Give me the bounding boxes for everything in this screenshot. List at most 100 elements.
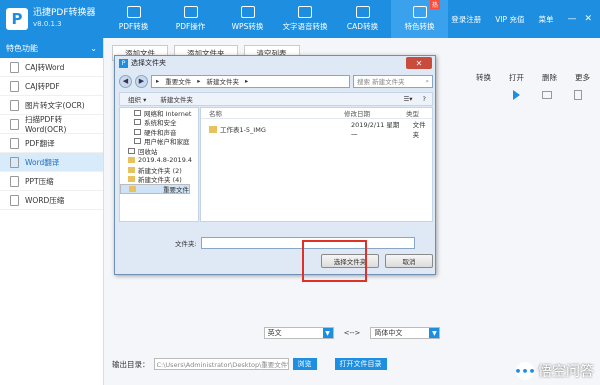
trash-icon[interactable] (574, 90, 582, 100)
file-row[interactable]: 工作表1-5_IMG 2019/2/11 星期一 文件夹 (201, 121, 432, 139)
sidebar-item-word-translate[interactable]: Word翻译 (0, 153, 103, 172)
search-input[interactable]: 搜索 新建文件夹 ⌕ (353, 74, 433, 88)
vip-link[interactable]: VIP 充值 (495, 14, 524, 25)
app-icon: P (119, 58, 128, 68)
folder-icon (129, 185, 136, 192)
col-more: 更多 (575, 73, 590, 82)
folder-icon[interactable] (542, 91, 552, 99)
tab-label: CAD转换 (346, 22, 379, 31)
file-type: 文件夹 (412, 121, 426, 139)
search-placeholder: 搜索 新建文件夹 (357, 78, 405, 86)
tree-item[interactable]: 系统和安全 (120, 118, 198, 128)
source-language-select[interactable]: 英文 ▼ (263, 327, 334, 339)
control-panel-icon (134, 109, 141, 116)
address-bar[interactable]: ▸ 重要文件 ▸ 新建文件夹 ▸ (151, 74, 350, 88)
file-icon (10, 118, 19, 130)
col-delete: 删除 (542, 73, 557, 82)
watermark-text: 悟空问答 (538, 364, 594, 380)
output-path-field[interactable]: C:\Users\Administrator\Desktop\重要文件\ (153, 358, 289, 370)
help-icon[interactable]: ? (423, 95, 426, 103)
sidebar-item-pdf-translate[interactable]: PDF翻译 (0, 134, 103, 153)
tree-label: 网络和 Internet (144, 109, 192, 118)
target-language-select[interactable]: 简体中文 ▼ (370, 327, 441, 339)
tree-item-selected[interactable]: 重要文件 (120, 184, 190, 194)
folder-icon (209, 125, 217, 133)
sidebar-item-caj-word[interactable]: CAJ转Word (0, 58, 103, 77)
control-panel-icon (134, 138, 141, 145)
highlight-box (302, 240, 367, 282)
menu-link[interactable]: 菜单 (538, 14, 553, 25)
sidebar-item-ppt-compress[interactable]: PPT压缩 (0, 172, 103, 191)
chevron-down-icon: ⌄ (90, 43, 97, 53)
login-link[interactable]: 登录注册 (451, 14, 481, 25)
tab-pdf-convert[interactable]: PDF转换 (105, 0, 162, 38)
close-icon[interactable]: ✕ (584, 14, 592, 24)
tab-wps-convert[interactable]: WPS转换 (219, 0, 276, 38)
tab-special-convert[interactable]: 特色转换 热 (391, 0, 448, 38)
tree-item[interactable]: 网络和 Internet (120, 108, 198, 118)
pdf-convert-icon (126, 6, 141, 18)
forward-icon[interactable]: ▶ (135, 74, 148, 88)
sidebar-header[interactable]: 特色功能 ⌄ (0, 38, 103, 58)
tab-pdf-operate[interactable]: PDF操作 (162, 0, 219, 38)
tree-item[interactable]: 新建文件夹 (4) (120, 175, 198, 185)
breadcrumb-item[interactable]: 新建文件夹 (207, 76, 240, 86)
tab-label: 文字语音转换 (282, 22, 328, 31)
sidebar-item-label: WORD压缩 (25, 195, 65, 205)
app-version: v8.0.1.3 (33, 20, 62, 28)
tab-text-speech[interactable]: 文字语音转换 (276, 0, 334, 38)
file-name: 工作表1-5_IMG (219, 126, 266, 134)
cancel-button[interactable]: 取消 (385, 254, 433, 268)
swap-arrows: <--> (343, 329, 361, 337)
recycle-bin-icon (128, 147, 135, 154)
tree-item[interactable]: 2019.4.8-2019.4 (120, 156, 198, 166)
tree-label: 系统和安全 (144, 119, 177, 128)
sidebar-item-label: PPT压缩 (25, 176, 54, 186)
sidebar-item-label: CAJ转PDF (25, 81, 60, 91)
tree-label: 回收站 (138, 147, 158, 156)
view-icon[interactable]: ☰▾ (403, 95, 412, 103)
logo-icon: P (6, 8, 28, 30)
chevron-right-icon: ▸ (197, 77, 201, 85)
chat-bubble-icon: ••• (514, 362, 536, 380)
control-panel-icon (134, 128, 141, 135)
chevron-right-icon: ▸ (245, 77, 249, 85)
organize-menu[interactable]: 组织 ▾ (128, 94, 146, 104)
sidebar-item-label: PDF翻译 (25, 138, 55, 148)
tree-label: 新建文件夹 (4) (138, 176, 182, 185)
col-date[interactable]: 修改日期 (336, 108, 398, 118)
tree-item[interactable]: 用户帐户和家庭 (120, 137, 198, 146)
chevron-down-icon: ▼ (429, 328, 440, 338)
folder-icon (128, 166, 135, 173)
sidebar-item-scan-ocr[interactable]: 扫描PDF转Word(OCR) (0, 115, 103, 134)
tree-item[interactable]: 回收站 (120, 146, 198, 156)
col-name[interactable]: 名称 (201, 108, 336, 118)
select-value: 英文 (267, 329, 282, 337)
folder-tree: 网络和 Internet 系统和安全 硬件和声音 用户帐户和家庭 回收站 201… (119, 107, 199, 222)
minimize-icon[interactable]: — (567, 14, 576, 24)
col-type[interactable]: 类型 (398, 108, 419, 118)
special-convert-icon (412, 6, 427, 18)
play-icon[interactable] (513, 90, 520, 100)
folder-icon: ▸ (156, 77, 160, 85)
close-icon[interactable]: ✕ (406, 57, 432, 69)
new-folder-button[interactable]: 新建文件夹 (160, 94, 193, 104)
open-dir-button[interactable]: 打开文件目录 (334, 358, 387, 370)
sidebar-item-image-ocr[interactable]: 图片转文字(OCR) (0, 96, 103, 115)
wps-convert-icon (240, 6, 255, 18)
sidebar-header-label: 特色功能 (6, 43, 38, 53)
back-icon[interactable]: ◀ (119, 74, 132, 88)
tree-label: 2019.4.8-2019.4 (138, 156, 193, 165)
breadcrumb-item[interactable]: 重要文件 (165, 76, 191, 86)
select-folder-dialog: P 选择文件夹 ✕ ◀ ▶ ▸ 重要文件 ▸ 新建文件夹 ▸ 搜索 新建文件夹 ⌕ … (114, 55, 436, 275)
tree-item[interactable]: 新建文件夹 (2) (120, 165, 198, 175)
sidebar-item-caj-pdf[interactable]: CAJ转PDF (0, 77, 103, 96)
sidebar-item-word-compress[interactable]: WORD压缩 (0, 191, 103, 210)
top-bar: P 迅捷PDF转换器 v8.0.1.3 PDF转换 PDF操作 WPS转换 文字… (0, 0, 600, 38)
file-icon (10, 194, 19, 206)
col-open: 打开 (509, 73, 524, 82)
tree-item[interactable]: 硬件和声音 (120, 127, 198, 137)
main-nav: PDF转换 PDF操作 WPS转换 文字语音转换 CAD转换 特色转换 热 (105, 0, 448, 38)
browse-button[interactable]: 浏览 (292, 358, 317, 370)
tab-cad-convert[interactable]: CAD转换 (334, 0, 391, 38)
